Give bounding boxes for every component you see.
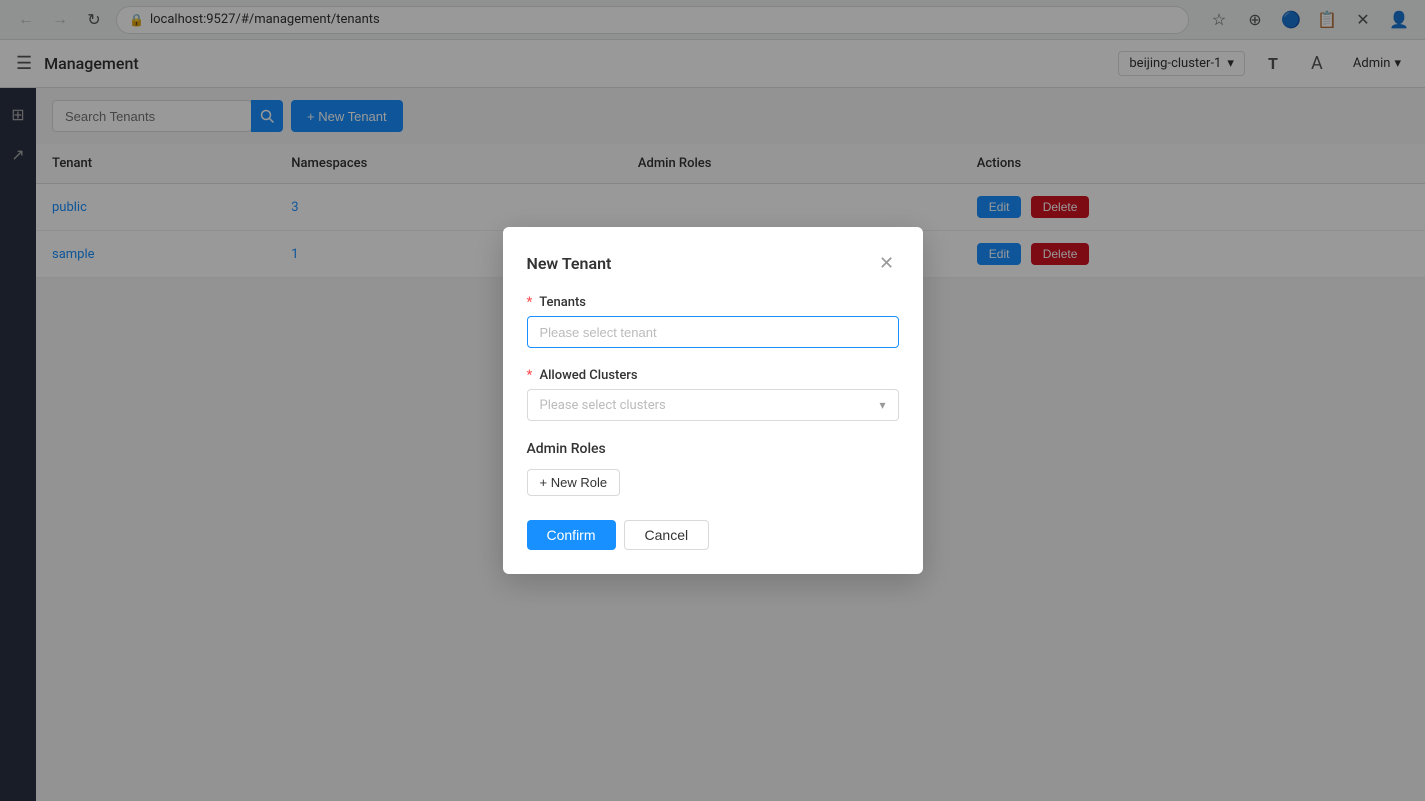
modal-close-button[interactable]: ✕ <box>875 251 899 275</box>
cancel-label: Cancel <box>645 527 689 543</box>
modal-title: New Tenant <box>527 254 612 273</box>
clusters-required-star: * <box>527 368 533 383</box>
modal-overlay[interactable]: New Tenant ✕ * Tenants * Allowed Cluster… <box>0 0 1425 801</box>
tenants-input[interactable] <box>527 316 899 348</box>
tenants-label: * Tenants <box>527 295 899 310</box>
clusters-chevron-icon: ▾ <box>879 398 885 412</box>
confirm-label: Confirm <box>547 527 596 543</box>
clusters-select[interactable]: Please select clusters ▾ <box>527 389 899 421</box>
new-role-button[interactable]: + New Role <box>527 469 621 496</box>
admin-roles-group: Admin Roles + New Role <box>527 441 899 496</box>
clusters-form-group: * Allowed Clusters Please select cluster… <box>527 368 899 421</box>
clusters-label: * Allowed Clusters <box>527 368 899 383</box>
tenants-form-group: * Tenants <box>527 295 899 348</box>
cancel-button[interactable]: Cancel <box>624 520 710 550</box>
clusters-select-placeholder: Please select clusters <box>540 398 666 413</box>
tenants-required-star: * <box>527 295 533 310</box>
close-icon: ✕ <box>879 253 894 274</box>
confirm-button[interactable]: Confirm <box>527 520 616 550</box>
new-role-label: + New Role <box>540 475 608 490</box>
admin-roles-title: Admin Roles <box>527 441 899 457</box>
new-tenant-modal: New Tenant ✕ * Tenants * Allowed Cluster… <box>503 227 923 574</box>
modal-header: New Tenant ✕ <box>527 251 899 275</box>
modal-footer: Confirm Cancel <box>527 520 899 550</box>
